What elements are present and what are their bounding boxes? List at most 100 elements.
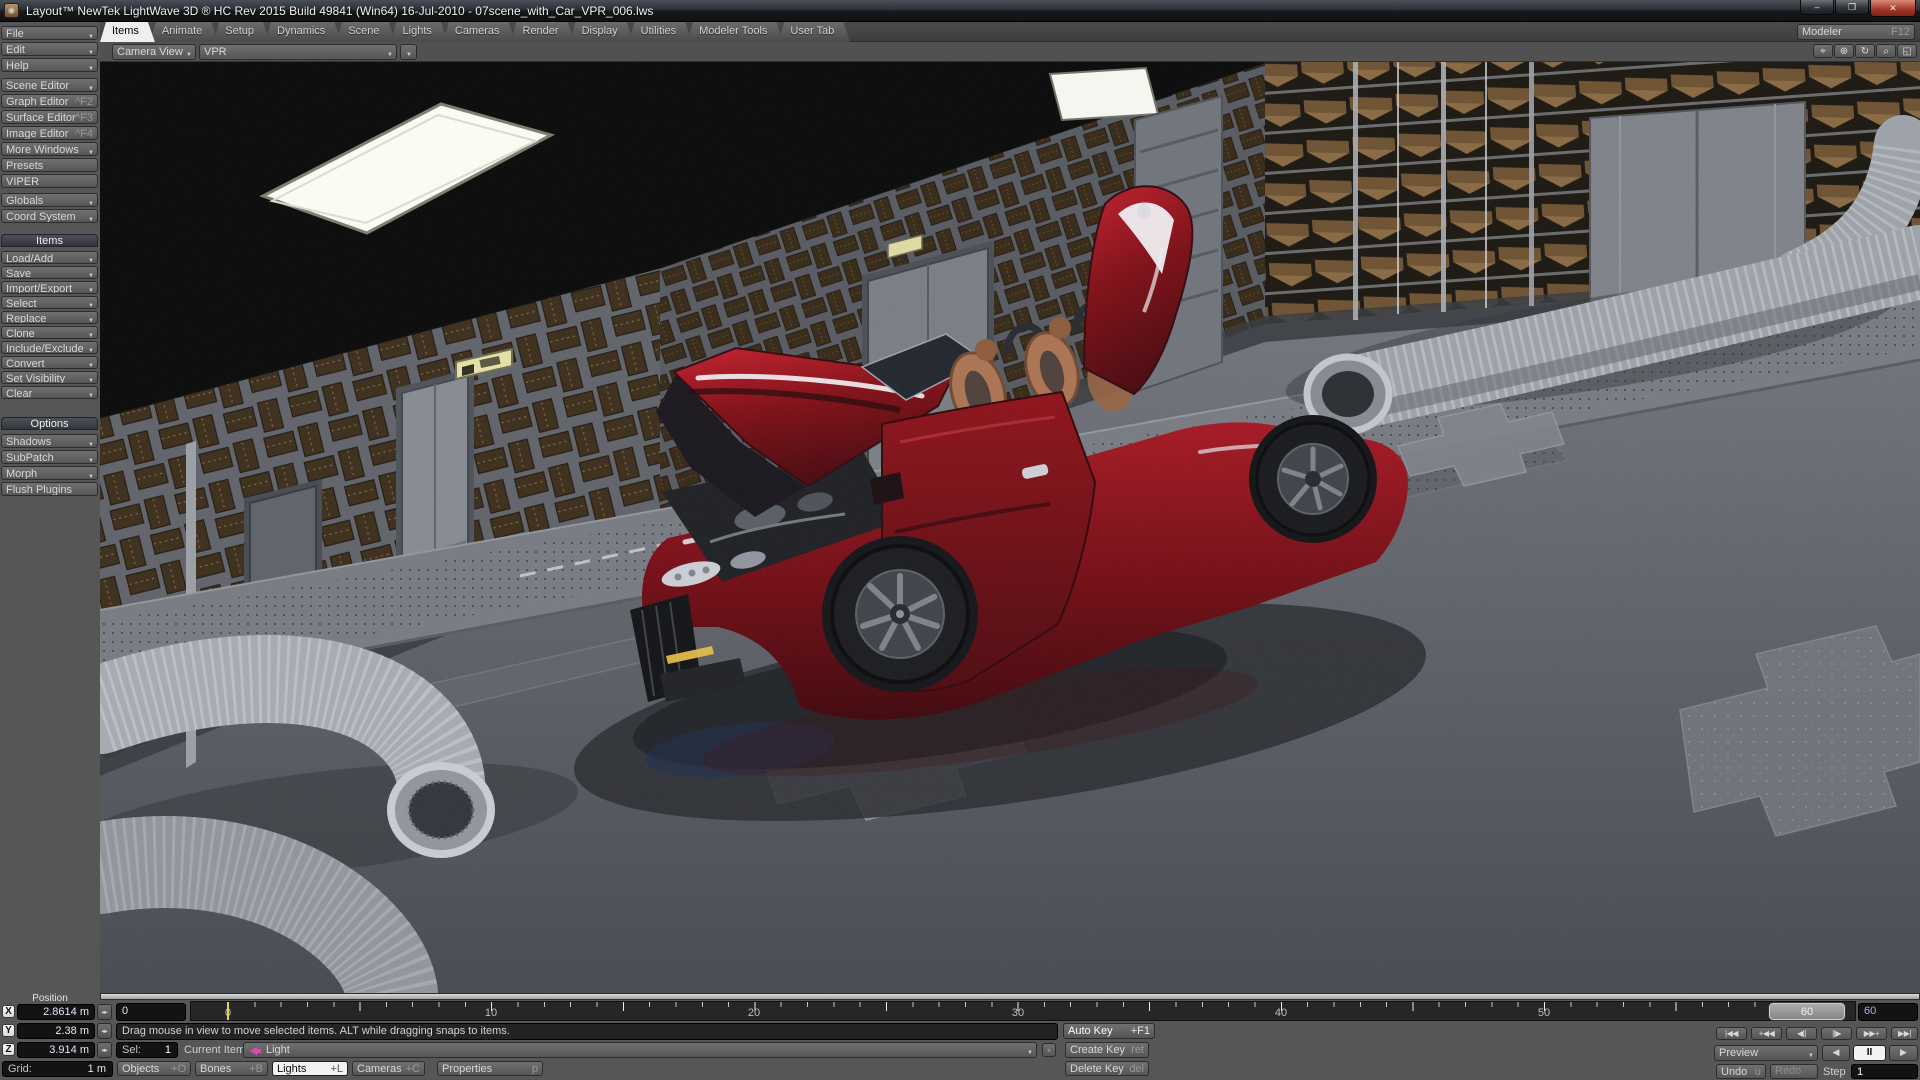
viewport-render xyxy=(100,62,1920,993)
timeline-range-handle[interactable]: 60 xyxy=(1769,1003,1845,1020)
coord-system-button[interactable]: Coord System▼ xyxy=(1,209,98,223)
clone-button[interactable]: Clone▼ xyxy=(1,326,98,339)
play-reverse-button[interactable]: ◀ xyxy=(1822,1045,1850,1061)
x-spinner[interactable]: ◂▸ xyxy=(97,1004,112,1020)
graph-editor-button[interactable]: Graph Editor^F2 xyxy=(1,94,98,108)
y-spinner[interactable]: ◂▸ xyxy=(97,1023,112,1039)
properties-button[interactable]: Propertiesp xyxy=(437,1061,543,1076)
set-visibility-button[interactable]: Set Visibility▼ xyxy=(1,371,98,384)
render-mode-options-button[interactable]: ▼ xyxy=(400,44,417,60)
chevron-down-icon: ▼ xyxy=(88,285,94,294)
chevron-down-icon: ▼ xyxy=(88,147,94,156)
tab-cameras[interactable]: Cameras xyxy=(443,22,516,42)
y-axis-button[interactable]: Y xyxy=(2,1024,15,1037)
viper-button[interactable]: VIPER xyxy=(1,174,98,188)
menu-file[interactable]: File▼ xyxy=(1,26,98,40)
auto-key-button[interactable]: Auto Key+F1 xyxy=(1063,1023,1155,1039)
minimize-button[interactable]: – xyxy=(1800,0,1834,15)
maximize-view-icon[interactable]: ◱ xyxy=(1897,44,1917,58)
prev-frame-button[interactable]: ◀|| xyxy=(1786,1027,1817,1040)
selection-count-field[interactable]: Sel: 1 xyxy=(116,1042,178,1058)
delete-key-button[interactable]: Delete Keydel xyxy=(1065,1061,1149,1076)
chevron-down-icon: ▼ xyxy=(88,83,94,92)
y-value-field[interactable]: 2.38 m xyxy=(17,1023,95,1039)
image-editor-button[interactable]: Image Editor^F4 xyxy=(1,126,98,140)
timeline-ruler[interactable]: 0 10 20 30 40 50 60 xyxy=(190,1001,1856,1021)
current-frame-field[interactable]: 0 xyxy=(116,1003,186,1021)
next-keyframe-button[interactable]: ▶▶+ xyxy=(1856,1027,1887,1040)
undo-button[interactable]: Undou xyxy=(1716,1064,1766,1079)
x-axis-button[interactable]: X xyxy=(2,1005,15,1018)
surface-editor-button[interactable]: Surface Editor^F3 xyxy=(1,110,98,124)
import-export-button[interactable]: Import/Export▼ xyxy=(1,281,98,294)
tab-dynamics[interactable]: Dynamics xyxy=(265,22,341,42)
tab-animate[interactable]: Animate xyxy=(150,22,218,42)
envelope-button[interactable]: ▫ xyxy=(1042,1043,1056,1057)
rotate-view-icon[interactable]: ↻ xyxy=(1855,44,1875,58)
go-to-end-button[interactable]: ▶▶| xyxy=(1891,1027,1918,1040)
go-to-start-button[interactable]: |◀◀ xyxy=(1716,1027,1747,1040)
z-value-field[interactable]: 3.914 m xyxy=(17,1042,95,1058)
next-frame-button[interactable]: ||▶ xyxy=(1821,1027,1852,1040)
tab-render[interactable]: Render xyxy=(511,22,575,42)
render-noise xyxy=(100,62,1920,993)
render-mode-dropdown[interactable]: VPR ▼ xyxy=(199,44,397,60)
objects-mode-button[interactable]: Objects+O xyxy=(117,1061,191,1076)
menu-edit[interactable]: Edit▼ xyxy=(1,42,98,56)
tab-items[interactable]: Items xyxy=(100,22,155,42)
tab-scene[interactable]: Scene xyxy=(336,22,395,42)
shadows-button[interactable]: Shadows▼ xyxy=(1,434,98,448)
center-item-icon[interactable]: ⌖ xyxy=(1813,44,1833,58)
z-axis-button[interactable]: Z xyxy=(2,1043,15,1056)
create-key-button[interactable]: Create Keyret xyxy=(1065,1042,1149,1058)
play-reverse-icon: ◀ xyxy=(1833,1047,1840,1057)
save-button[interactable]: Save▼ xyxy=(1,266,98,279)
lights-mode-button[interactable]: Lights+L xyxy=(272,1061,348,1076)
include-exclude-button[interactable]: Include/Exclude▼ xyxy=(1,341,98,354)
chevron-down-icon: ▼ xyxy=(88,375,94,384)
z-spinner[interactable]: ◂▸ xyxy=(97,1042,112,1058)
step-value-field[interactable]: 1 xyxy=(1851,1064,1918,1079)
bones-mode-button[interactable]: Bones+B xyxy=(195,1061,268,1076)
pause-button[interactable]: II xyxy=(1853,1045,1886,1061)
tab-modeler-tools[interactable]: Modeler Tools xyxy=(687,22,783,42)
convert-button[interactable]: Convert▼ xyxy=(1,356,98,369)
preview-dropdown[interactable]: Preview▼ xyxy=(1714,1045,1818,1061)
morph-button[interactable]: Morph▼ xyxy=(1,466,98,480)
timeline-scrollbar[interactable] xyxy=(100,993,1920,1000)
tab-lights[interactable]: Lights xyxy=(391,22,448,42)
open-modeler-button[interactable]: Modeler F12 xyxy=(1797,24,1915,40)
pause-icon: II xyxy=(1867,1047,1873,1058)
viewport[interactable] xyxy=(100,62,1920,993)
tab-setup[interactable]: Setup xyxy=(213,22,270,42)
chevron-down-icon: ▼ xyxy=(88,300,94,309)
play-forward-button[interactable]: ▶ xyxy=(1889,1045,1918,1061)
view-type-dropdown[interactable]: Camera View ▼ xyxy=(112,44,196,60)
end-frame-field[interactable]: 60 xyxy=(1858,1003,1918,1021)
globals-button[interactable]: Globals▼ xyxy=(1,193,98,207)
tab-utilities[interactable]: Utilities xyxy=(629,22,692,42)
subpatch-button[interactable]: SubPatch▼ xyxy=(1,450,98,464)
lightwave-layout-window: Layout™ NewTek LightWave 3D ® HC Rev 201… xyxy=(0,0,1920,1080)
select-button[interactable]: Select▼ xyxy=(1,296,98,309)
flush-plugins-button[interactable]: Flush Plugins xyxy=(1,482,98,496)
cameras-mode-button[interactable]: Cameras+C xyxy=(352,1061,425,1076)
tab-user-tab[interactable]: User Tab xyxy=(778,22,850,42)
current-item-dropdown[interactable]: Light ▼ xyxy=(243,1042,1037,1058)
clear-button[interactable]: Clear▼ xyxy=(1,386,98,399)
x-value-field[interactable]: 2.8614 m xyxy=(17,1004,95,1020)
restore-button[interactable]: ❐ xyxy=(1835,0,1869,15)
grid-size-field[interactable]: Grid: 1 m xyxy=(2,1061,113,1077)
pan-view-icon[interactable]: ⊕ xyxy=(1834,44,1854,58)
tab-display[interactable]: Display xyxy=(570,22,634,42)
redo-button[interactable]: Redo xyxy=(1770,1064,1818,1079)
presets-button[interactable]: Presets xyxy=(1,158,98,172)
menu-help[interactable]: Help▼ xyxy=(1,58,98,72)
close-button[interactable]: ✕ xyxy=(1870,0,1916,17)
prev-keyframe-button[interactable]: +◀◀ xyxy=(1751,1027,1782,1040)
scene-editor-button[interactable]: Scene Editor▼ xyxy=(1,78,98,92)
replace-button[interactable]: Replace▼ xyxy=(1,311,98,324)
more-windows-button[interactable]: More Windows▼ xyxy=(1,142,98,156)
zoom-view-icon[interactable]: ⌕ xyxy=(1876,44,1896,58)
load-add-button[interactable]: Load/Add▼ xyxy=(1,251,98,264)
